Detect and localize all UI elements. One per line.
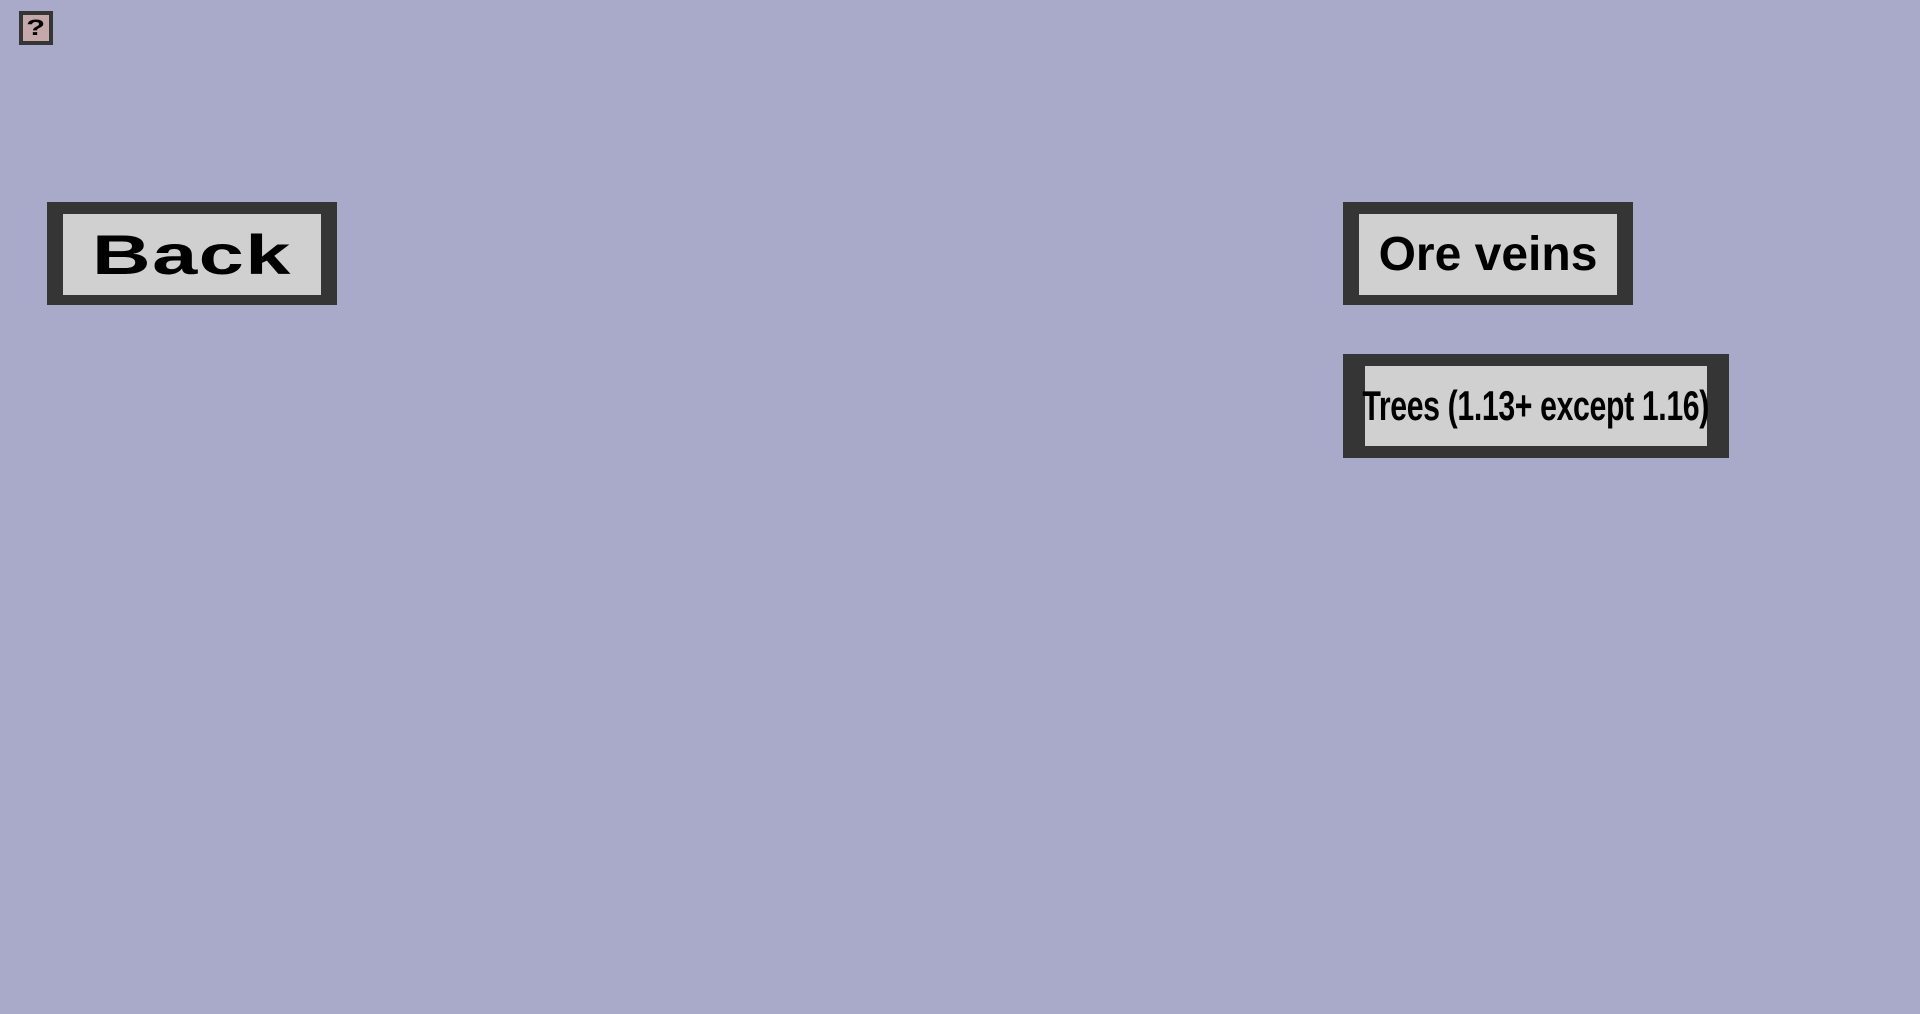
back-button-label: Back (92, 223, 292, 286)
trees-button[interactable]: Trees (1.13+ except 1.16) (1343, 354, 1729, 458)
question-mark-icon: ? (26, 15, 46, 40)
back-button[interactable]: Back (47, 202, 337, 305)
trees-button-label: Trees (1.13+ except 1.16) (1362, 382, 1710, 429)
ore-veins-button-label: Ore veins (1378, 228, 1598, 281)
ore-veins-button[interactable]: Ore veins (1343, 202, 1633, 305)
help-button[interactable]: ? (19, 11, 53, 45)
